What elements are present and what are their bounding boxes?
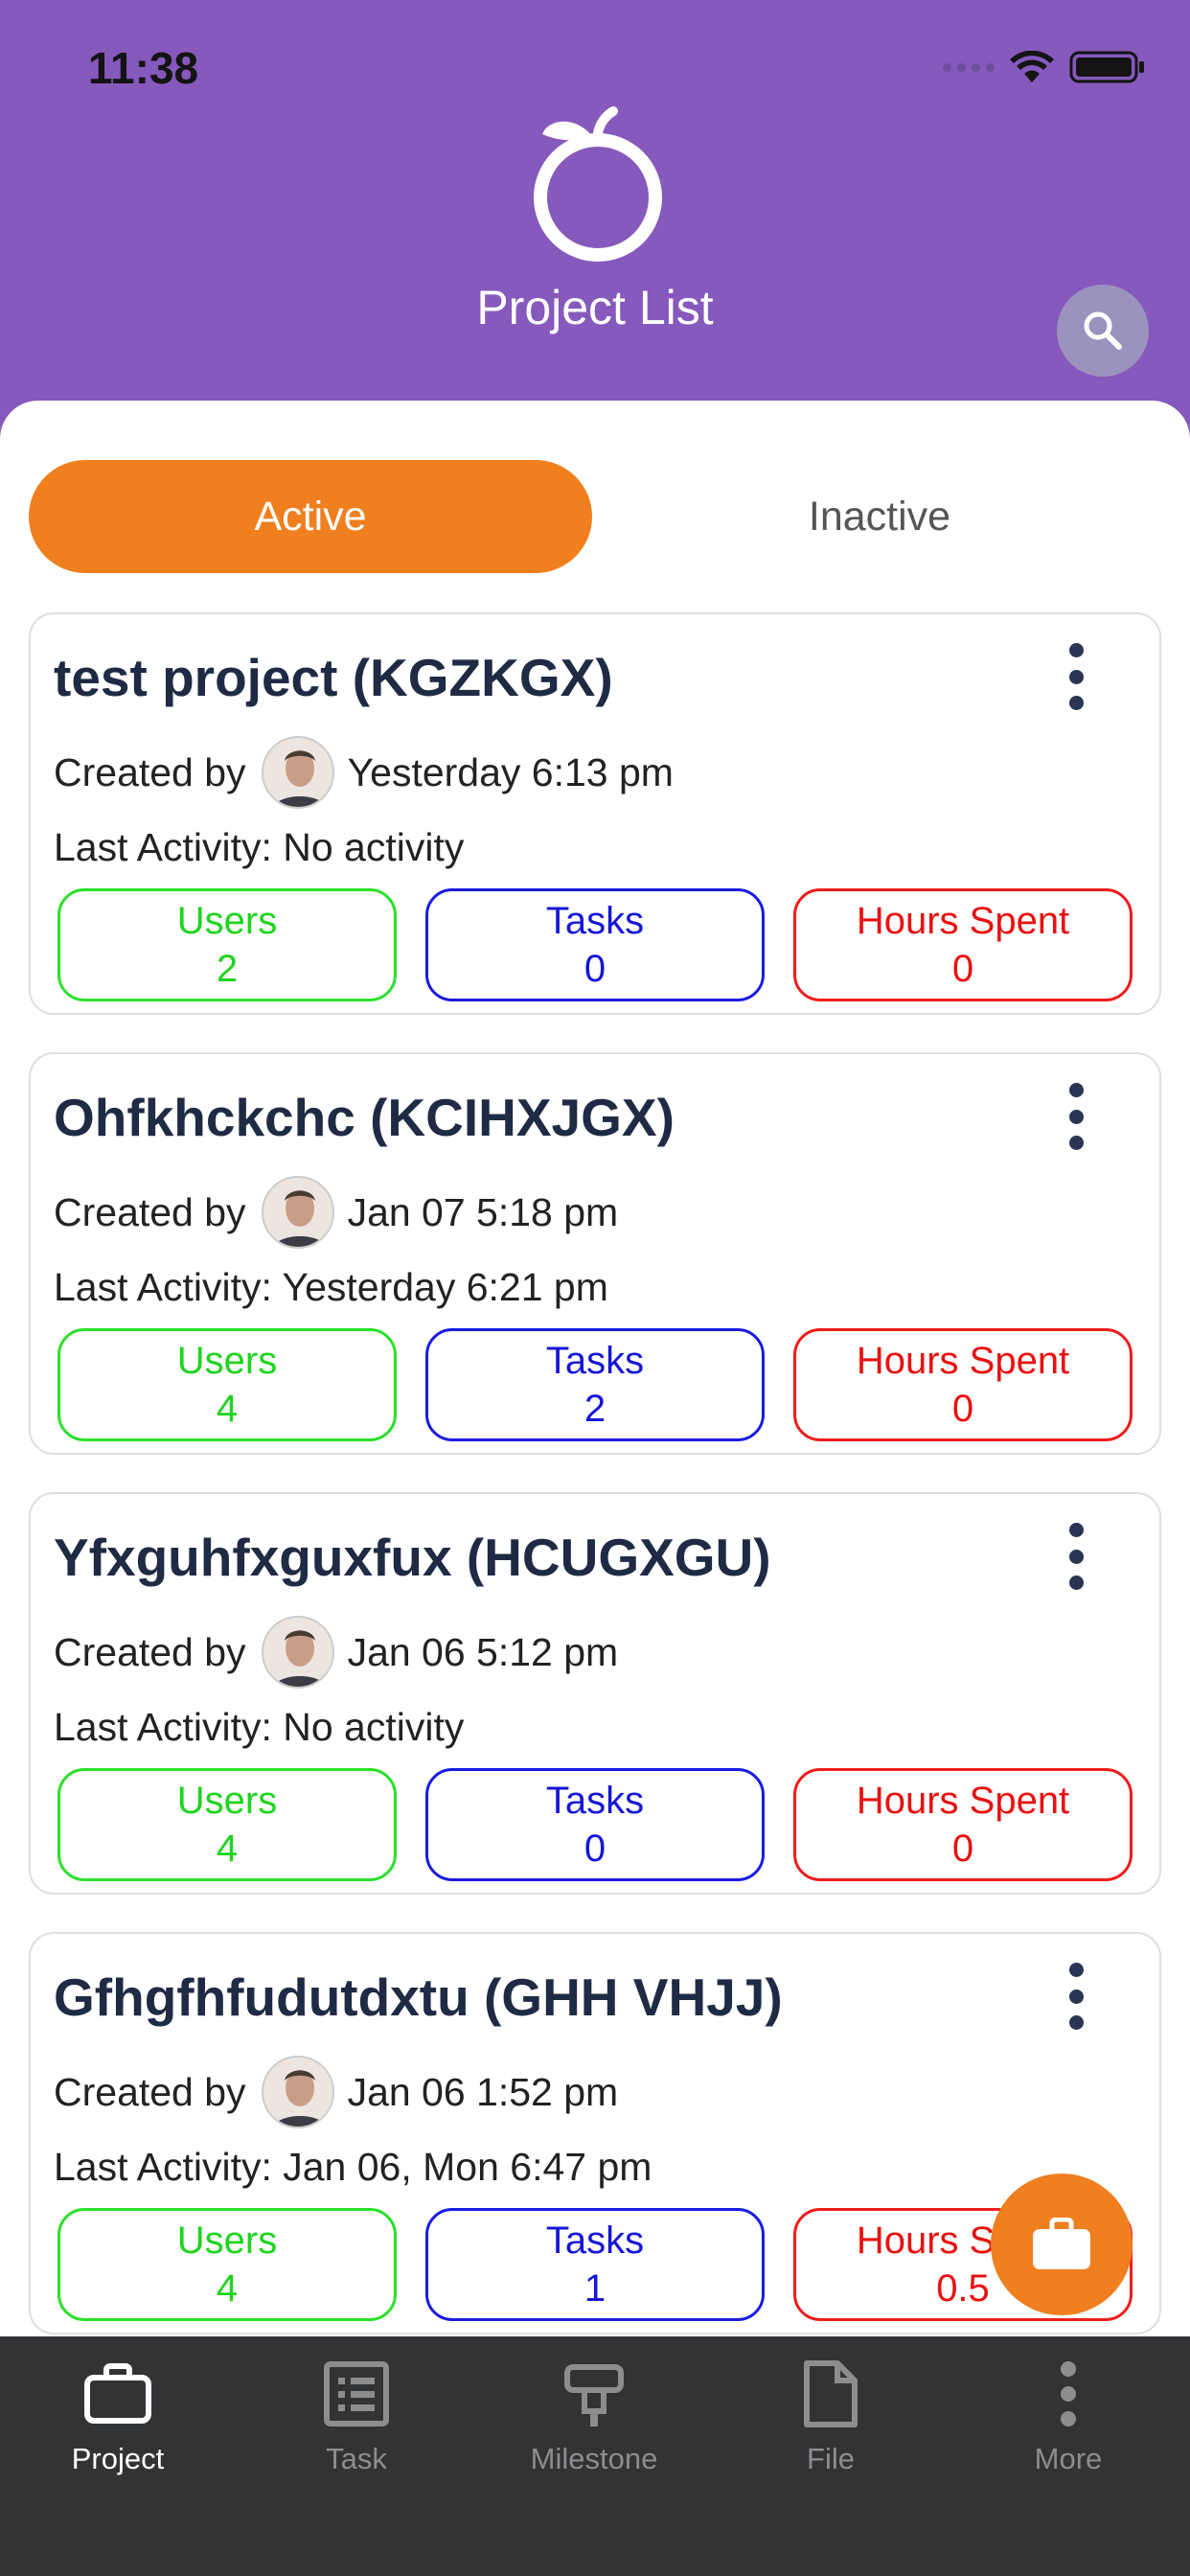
- users-label: Users: [176, 2220, 278, 2262]
- last-activity: Last Activity: No activity: [54, 825, 465, 869]
- created-label: Created by: [54, 1189, 246, 1234]
- hours-count: 0.5: [936, 2267, 990, 2310]
- tab-label: Project: [71, 2442, 165, 2475]
- page-title: Project List: [476, 281, 714, 334]
- avatar: [261, 1176, 334, 1249]
- users-count: 4: [216, 1388, 239, 1430]
- hours-stat-button[interactable]: Hours Spent 0: [793, 888, 1133, 1001]
- created-label: Created by: [54, 749, 246, 794]
- created-row: Created by Yesterday 6:13 pm: [54, 735, 674, 810]
- last-activity: Last Activity: Jan 06, Mon 6:47 pm: [54, 2145, 652, 2189]
- tab-milestone[interactable]: Milestone: [498, 2356, 690, 2476]
- project-card[interactable]: Yfxguhfxguxfux (HCUGXGU) Created by Jan …: [29, 1492, 1161, 1895]
- tasks-count: 2: [584, 1388, 606, 1430]
- search-button[interactable]: [1057, 285, 1149, 377]
- hours-label: Hours Spent: [856, 900, 1070, 942]
- tab-label: More: [1034, 2442, 1103, 2475]
- add-project-fab[interactable]: [991, 2174, 1133, 2315]
- created-date: Jan 07 5:18 pm: [347, 1189, 619, 1234]
- hours-count: 0: [951, 1828, 974, 1870]
- users-stat-button[interactable]: Users 4: [57, 2208, 397, 2321]
- tasks-count: 1: [584, 2267, 606, 2310]
- tasks-stat-button[interactable]: Tasks 0: [425, 888, 765, 1001]
- created-date: Jan 06 1:52 pm: [347, 2069, 619, 2114]
- file-icon: [804, 2360, 858, 2427]
- users-label: Users: [176, 900, 278, 942]
- tasks-label: Tasks: [545, 1340, 645, 1382]
- avatar: [261, 2056, 334, 2128]
- avatar: [261, 1616, 334, 1689]
- tasks-stat-button[interactable]: Tasks 1: [425, 2208, 765, 2321]
- content-sheet: Active Inactive test project (KGZKGX) Cr…: [0, 401, 1190, 2336]
- tab-active[interactable]: Active: [29, 460, 592, 573]
- users-count: 2: [216, 948, 239, 990]
- app-header: 11:38 Project List: [0, 0, 1190, 422]
- project-card[interactable]: Ohfkhckchc (KCIHXJGX) Created by Jan 07 …: [29, 1052, 1161, 1455]
- created-date: Yesterday 6:13 pm: [347, 749, 674, 794]
- project-card[interactable]: Gfhgfhfudutdxtu (GHH VHJJ) Created by Ja…: [29, 1932, 1161, 2334]
- wifi-icon: [1010, 51, 1054, 82]
- bottom-tab-bar: Project Task Milestone File More: [0, 2336, 1190, 2576]
- more-options-icon[interactable]: [1062, 1523, 1090, 1590]
- more-icon: [1061, 2361, 1076, 2426]
- status-segmented-control: Active Inactive: [29, 460, 1161, 573]
- created-row: Created by Jan 06 5:12 pm: [54, 1615, 618, 1690]
- tab-label: Milestone: [530, 2442, 658, 2475]
- users-count: 4: [216, 2267, 239, 2310]
- tab-task[interactable]: Task: [261, 2356, 452, 2476]
- hours-stat-button[interactable]: Hours Spent 0: [793, 1328, 1133, 1441]
- more-options-icon[interactable]: [1062, 643, 1090, 710]
- tasks-label: Tasks: [545, 1780, 645, 1822]
- project-card[interactable]: test project (KGZKGX) Created by Yesterd…: [29, 612, 1161, 1015]
- project-title: test project (KGZKGX): [54, 648, 613, 707]
- hours-count: 0: [951, 1388, 974, 1430]
- tab-label: Task: [326, 2442, 387, 2475]
- created-row: Created by Jan 07 5:18 pm: [54, 1175, 618, 1250]
- signal-icon: [943, 62, 995, 72]
- tasks-count: 0: [584, 1828, 606, 1870]
- last-activity: Last Activity: Yesterday 6:21 pm: [54, 1265, 608, 1309]
- tab-label: File: [807, 2442, 855, 2475]
- tasks-count: 0: [584, 948, 606, 990]
- project-title: Ohfkhckchc (KCIHXJGX): [54, 1088, 675, 1147]
- tasks-stat-button[interactable]: Tasks 0: [425, 1768, 765, 1881]
- hours-count: 0: [951, 948, 974, 990]
- search-icon: [1084, 311, 1122, 350]
- created-row: Created by Jan 06 1:52 pm: [54, 2055, 618, 2129]
- project-title: Yfxguhfxguxfux (HCUGXGU): [54, 1528, 771, 1587]
- hours-label: Hours Spent: [856, 1340, 1070, 1382]
- briefcase-icon: [1033, 2218, 1090, 2269]
- more-options-icon[interactable]: [1062, 1083, 1090, 1150]
- app-logo-icon: [534, 106, 662, 262]
- users-stat-button[interactable]: Users 2: [57, 888, 397, 1001]
- briefcase-icon: [84, 2363, 151, 2424]
- hours-stat-button[interactable]: Hours Spent 0: [793, 1768, 1133, 1881]
- status-icons: [943, 50, 1146, 84]
- status-time: 11:38: [88, 43, 199, 93]
- tasks-label: Tasks: [545, 900, 645, 942]
- tasks-stat-button[interactable]: Tasks 2: [425, 1328, 765, 1441]
- tab-file[interactable]: File: [735, 2356, 927, 2476]
- users-label: Users: [176, 1780, 278, 1822]
- users-label: Users: [176, 1340, 278, 1382]
- task-list-icon: [324, 2361, 389, 2426]
- more-options-icon[interactable]: [1062, 1963, 1090, 2030]
- avatar: [261, 736, 334, 809]
- created-label: Created by: [54, 2069, 246, 2114]
- project-title: Gfhgfhfudutdxtu (GHH VHJJ): [54, 1967, 783, 2027]
- tab-more[interactable]: More: [973, 2356, 1164, 2476]
- users-stat-button[interactable]: Users 4: [57, 1328, 397, 1441]
- created-date: Jan 06 5:12 pm: [347, 1629, 619, 1674]
- tab-project[interactable]: Project: [22, 2356, 214, 2476]
- tasks-label: Tasks: [545, 2220, 645, 2262]
- hours-label: Hours Spent: [856, 1780, 1070, 1822]
- tab-inactive[interactable]: Inactive: [598, 460, 1161, 573]
- users-count: 4: [216, 1828, 239, 1870]
- milestone-icon: [564, 2364, 624, 2426]
- battery-icon: [1069, 51, 1144, 83]
- last-activity: Last Activity: No activity: [54, 1705, 465, 1749]
- created-label: Created by: [54, 1629, 246, 1674]
- users-stat-button[interactable]: Users 4: [57, 1768, 397, 1881]
